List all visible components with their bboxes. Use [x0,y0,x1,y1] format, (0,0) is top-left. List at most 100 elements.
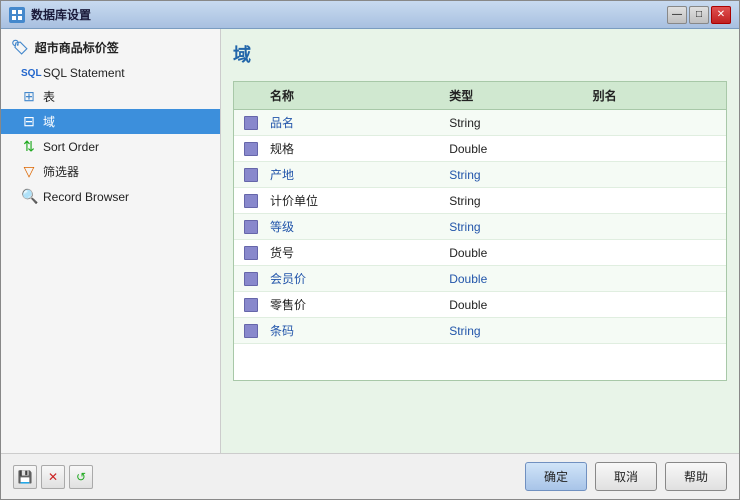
field-icon [244,116,258,130]
record-icon: 🔍 [21,188,37,205]
table-header: 名称 类型 别名 [234,82,726,110]
footer-buttons: 确定 取消 帮助 [525,462,727,491]
field-name: 货号 [260,240,439,266]
sidebar-item-record[interactable]: 🔍 Record Browser [1,184,220,209]
field-alias [583,162,726,188]
table-row[interactable]: 货号Double [234,240,726,266]
footer-left: 💾 ✕ ↺ [13,465,519,489]
save-icon: 💾 [18,470,33,484]
sidebar-item-table[interactable]: ⊞ 表 [1,84,220,109]
window-title: 数据库设置 [31,6,667,23]
field-name: 等级 [260,214,439,240]
field-type: Double [439,292,582,318]
field-alias [583,240,726,266]
sidebar: 🏷 超市商品标价签 SQL SQL Statement ⊞ 表 ⊟ 域 ⇅ So… [1,29,221,453]
row-icon-cell [234,162,260,188]
field-alias [583,214,726,240]
refresh-icon-button[interactable]: ↺ [69,465,93,489]
col-type: 类型 [439,82,582,110]
field-icon [244,324,258,338]
sidebar-item-table-label: 表 [43,88,55,105]
sidebar-item-domain[interactable]: ⊟ 域 [1,109,220,134]
table-row[interactable]: 零售价Double [234,292,726,318]
field-type: String [439,110,582,136]
ok-button[interactable]: 确定 [525,462,587,491]
main-panel: 域 名称 类型 别名 品名String规格Double产地String计价单位S… [221,29,739,453]
content-area: 🏷 超市商品标价签 SQL SQL Statement ⊞ 表 ⊟ 域 ⇅ So… [1,29,739,453]
field-name: 计价单位 [260,188,439,214]
field-type: Double [439,136,582,162]
save-icon-button[interactable]: 💾 [13,465,37,489]
field-name: 品名 [260,110,439,136]
field-icon [244,142,258,156]
field-icon [244,272,258,286]
row-icon-cell [234,110,260,136]
field-type: Double [439,240,582,266]
delete-icon: ✕ [48,470,58,484]
field-alias [583,318,726,344]
sidebar-item-sql[interactable]: SQL SQL Statement [1,62,220,84]
field-name: 零售价 [260,292,439,318]
field-icon [244,298,258,312]
sidebar-item-sort[interactable]: ⇅ Sort Order [1,134,220,159]
main-window: 数据库设置 — □ ✕ 🏷 超市商品标价签 SQL SQL Statement … [0,0,740,500]
titlebar: 数据库设置 — □ ✕ [1,1,739,29]
field-icon [244,194,258,208]
row-icon-cell [234,214,260,240]
row-icon-cell [234,292,260,318]
table-row[interactable]: 产地String [234,162,726,188]
sidebar-item-sql-label: SQL Statement [43,66,125,80]
sidebar-header-icon: 🏷 [11,39,29,56]
sidebar-header: 🏷 超市商品标价签 [1,35,220,62]
help-button[interactable]: 帮助 [665,462,727,491]
row-icon-cell [234,188,260,214]
table-row[interactable]: 品名String [234,110,726,136]
field-alias [583,188,726,214]
table-row[interactable]: 会员价Double [234,266,726,292]
sidebar-item-filter[interactable]: ▽ 筛选器 [1,159,220,184]
field-icon [244,246,258,260]
field-type: String [439,318,582,344]
field-type: Double [439,266,582,292]
field-type: String [439,188,582,214]
table-icon: ⊞ [21,88,37,105]
col-name: 名称 [260,82,439,110]
minimize-button[interactable]: — [667,6,687,24]
field-alias [583,110,726,136]
table-row[interactable]: 计价单位String [234,188,726,214]
refresh-icon: ↺ [76,470,86,484]
field-name: 条码 [260,318,439,344]
fields-table: 名称 类型 别名 品名String规格Double产地String计价单位Str… [234,82,726,344]
field-alias [583,266,726,292]
field-type: String [439,162,582,188]
cancel-button[interactable]: 取消 [595,462,657,491]
field-alias [583,136,726,162]
row-icon-cell [234,136,260,162]
sidebar-item-domain-label: 域 [43,113,55,130]
domain-icon: ⊟ [21,113,37,130]
field-type: String [439,214,582,240]
field-name: 会员价 [260,266,439,292]
sort-icon: ⇅ [21,138,37,155]
close-button[interactable]: ✕ [711,6,731,24]
sql-icon: SQL [21,68,37,79]
table-row[interactable]: 条码String [234,318,726,344]
maximize-button[interactable]: □ [689,6,709,24]
footer: 💾 ✕ ↺ 确定 取消 帮助 [1,453,739,499]
sidebar-item-record-label: Record Browser [43,190,129,204]
row-icon-cell [234,318,260,344]
fields-table-container[interactable]: 名称 类型 别名 品名String规格Double产地String计价单位Str… [233,81,727,381]
row-icon-cell [234,240,260,266]
field-icon [244,220,258,234]
sidebar-item-filter-label: 筛选器 [43,163,79,180]
table-row[interactable]: 规格Double [234,136,726,162]
table-row[interactable]: 等级String [234,214,726,240]
col-icon [234,82,260,110]
field-name: 产地 [260,162,439,188]
table-body: 品名String规格Double产地String计价单位String等级Stri… [234,110,726,344]
sidebar-item-sort-label: Sort Order [43,140,99,154]
delete-icon-button[interactable]: ✕ [41,465,65,489]
sidebar-header-label: 超市商品标价签 [35,39,119,56]
field-icon [244,168,258,182]
field-name: 规格 [260,136,439,162]
